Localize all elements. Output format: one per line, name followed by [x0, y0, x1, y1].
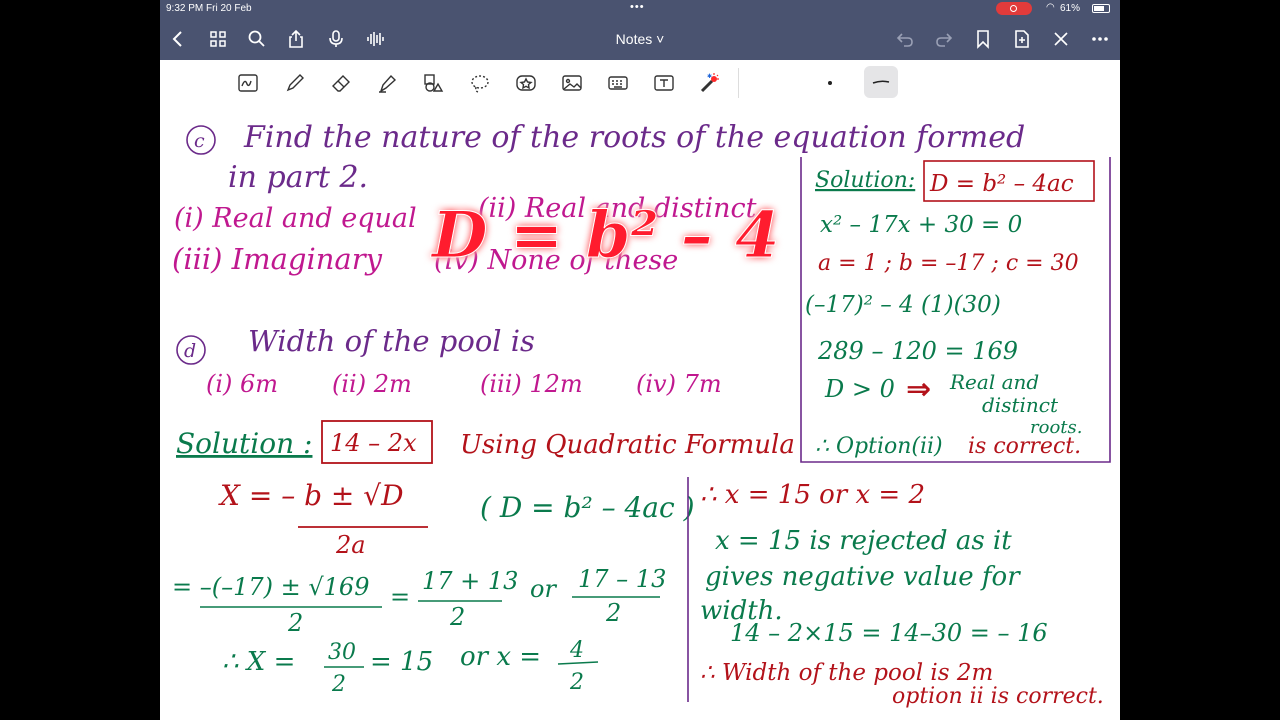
laser-pointer-icon[interactable]: ✱ — [695, 69, 723, 97]
step2-a-numerator: 30 — [328, 640, 356, 665]
wifi-icon: ◠ — [1046, 2, 1055, 13]
eraser-icon[interactable] — [327, 69, 355, 97]
step1-b-denominator: 2 — [605, 599, 621, 627]
status-time: 9:32 PM Fri 20 Feb — [166, 3, 252, 14]
step1-b-numerator: 17 – 13 — [578, 565, 666, 593]
br-line2: x = 15 is rejected as it — [715, 526, 1012, 556]
add-page-icon[interactable] — [1008, 24, 1036, 54]
q-c-opt1: (i) Real and equal — [174, 203, 417, 234]
step1-equals: = — [390, 583, 410, 611]
q-d-opt3: (iii) 12m — [480, 370, 583, 398]
handwriting-layer: c Find the nature of the roots of the eq… — [172, 120, 1111, 709]
br-line1: ∴ x = 15 or x = 2 — [700, 480, 925, 510]
toolbar-divider — [738, 68, 739, 98]
step1-or: or — [530, 575, 557, 603]
using-quadratic: Using Quadratic Formula — [460, 430, 795, 460]
br-line3: gives negative value for — [705, 562, 1021, 592]
right-line3: (–17)² – 4 (1)(30) — [805, 292, 1001, 318]
undo-icon[interactable] — [891, 24, 919, 54]
battery-icon — [1092, 4, 1110, 13]
bottom-answer: 14 – 2x — [330, 429, 417, 457]
battery-percent: 61% — [1060, 3, 1081, 14]
laser-pointer-trail: D = b² – 4 — [430, 198, 780, 273]
keyboard-icon[interactable] — [604, 69, 632, 97]
br-line6: ∴ Width of the pool is 2m — [700, 660, 993, 686]
right-line6b: distinct — [982, 393, 1059, 417]
step2-b-bar — [557, 661, 599, 665]
status-bar: 9:32 PM Fri 20 Feb ••• ◠ 61% — [160, 0, 1120, 18]
note-canvas[interactable]: c Find the nature of the roots of the eq… — [160, 107, 1120, 720]
step2-a: ∴ X = — [222, 647, 295, 677]
step2-b-numerator: 4 — [569, 638, 584, 663]
q-c-line2: in part 2. — [228, 160, 368, 195]
step1-a-denominator: 2 — [449, 603, 465, 631]
ipad-screen: 9:32 PM Fri 20 Feb ••• ◠ 61% Notes ˅ ✱ c… — [160, 0, 1120, 720]
q-d-label: d — [184, 340, 196, 362]
highlighter-icon[interactable] — [373, 69, 401, 97]
right-line7a: ∴ Option(ii) — [815, 434, 943, 459]
step1-a-numerator: 17 + 13 — [422, 567, 518, 595]
q-d-opt2: (ii) 2m — [332, 370, 412, 398]
step2-a-denominator: 2 — [331, 672, 346, 697]
formula-numerator: X = – b ± √D — [218, 479, 404, 512]
right-line6a: Real and — [949, 370, 1039, 394]
step2-or: or x = — [460, 642, 541, 672]
drawing-toolbar: ✱ — [160, 60, 1120, 108]
right-line4: 289 – 120 = 169 — [817, 337, 1018, 365]
q-d-opt1: (i) 6m — [206, 370, 278, 398]
right-line2: a = 1 ; b = –17 ; c = 30 — [818, 251, 1079, 276]
step1-numerator: = –(–17) ± √169 — [172, 573, 369, 601]
br-line5: 14 – 2×15 = 14–30 = – 16 — [730, 619, 1048, 647]
q-c-line1: Find the nature of the roots of the equa… — [243, 120, 1025, 155]
pen-icon[interactable] — [281, 69, 309, 97]
formula-discriminant: ( D = b² – 4ac ) — [480, 491, 695, 524]
br-line7: option ii is correct. — [892, 684, 1104, 709]
lasso-text-icon[interactable] — [234, 69, 262, 97]
bookmark-icon[interactable] — [969, 24, 997, 54]
nav-bar: Notes ˅ — [160, 18, 1120, 60]
stroke-style-option[interactable] — [864, 66, 898, 98]
shapes-icon[interactable] — [419, 69, 447, 97]
q-d-text: Width of the pool is — [248, 324, 535, 358]
sticker-icon[interactable] — [512, 69, 540, 97]
step2-a-result: = 15 — [370, 647, 433, 677]
step2-b-denominator: 2 — [569, 670, 584, 695]
bottom-solution-label: Solution : — [176, 427, 312, 460]
q-c-opt3: (iii) Imaginary — [172, 242, 383, 276]
close-icon[interactable] — [1047, 24, 1075, 54]
svg-text:✱: ✱ — [707, 73, 712, 80]
step1-denominator: 2 — [287, 609, 303, 637]
redo-icon[interactable] — [930, 24, 958, 54]
right-line7b: is correct. — [968, 434, 1081, 459]
right-line5: D > 0 — [824, 375, 895, 403]
right-line1: x² – 17x + 30 = 0 — [820, 212, 1022, 238]
right-formula: D = b² – 4ac — [929, 171, 1074, 197]
implies-arrow-icon: ⇒ — [906, 372, 931, 407]
q-c-label: c — [194, 130, 205, 152]
more-icon[interactable] — [1086, 24, 1114, 54]
formula-denominator: 2a — [335, 531, 366, 559]
multitask-dots[interactable]: ••• — [630, 1, 645, 13]
right-solution-label: Solution: — [815, 168, 915, 193]
textbox-icon[interactable] — [650, 69, 678, 97]
q-d-opt4: (iv) 7m — [636, 370, 722, 398]
stroke-size-option[interactable] — [824, 77, 836, 89]
image-icon[interactable] — [558, 69, 586, 97]
lasso-icon[interactable] — [466, 69, 494, 97]
screen-recording-icon — [996, 2, 1032, 15]
